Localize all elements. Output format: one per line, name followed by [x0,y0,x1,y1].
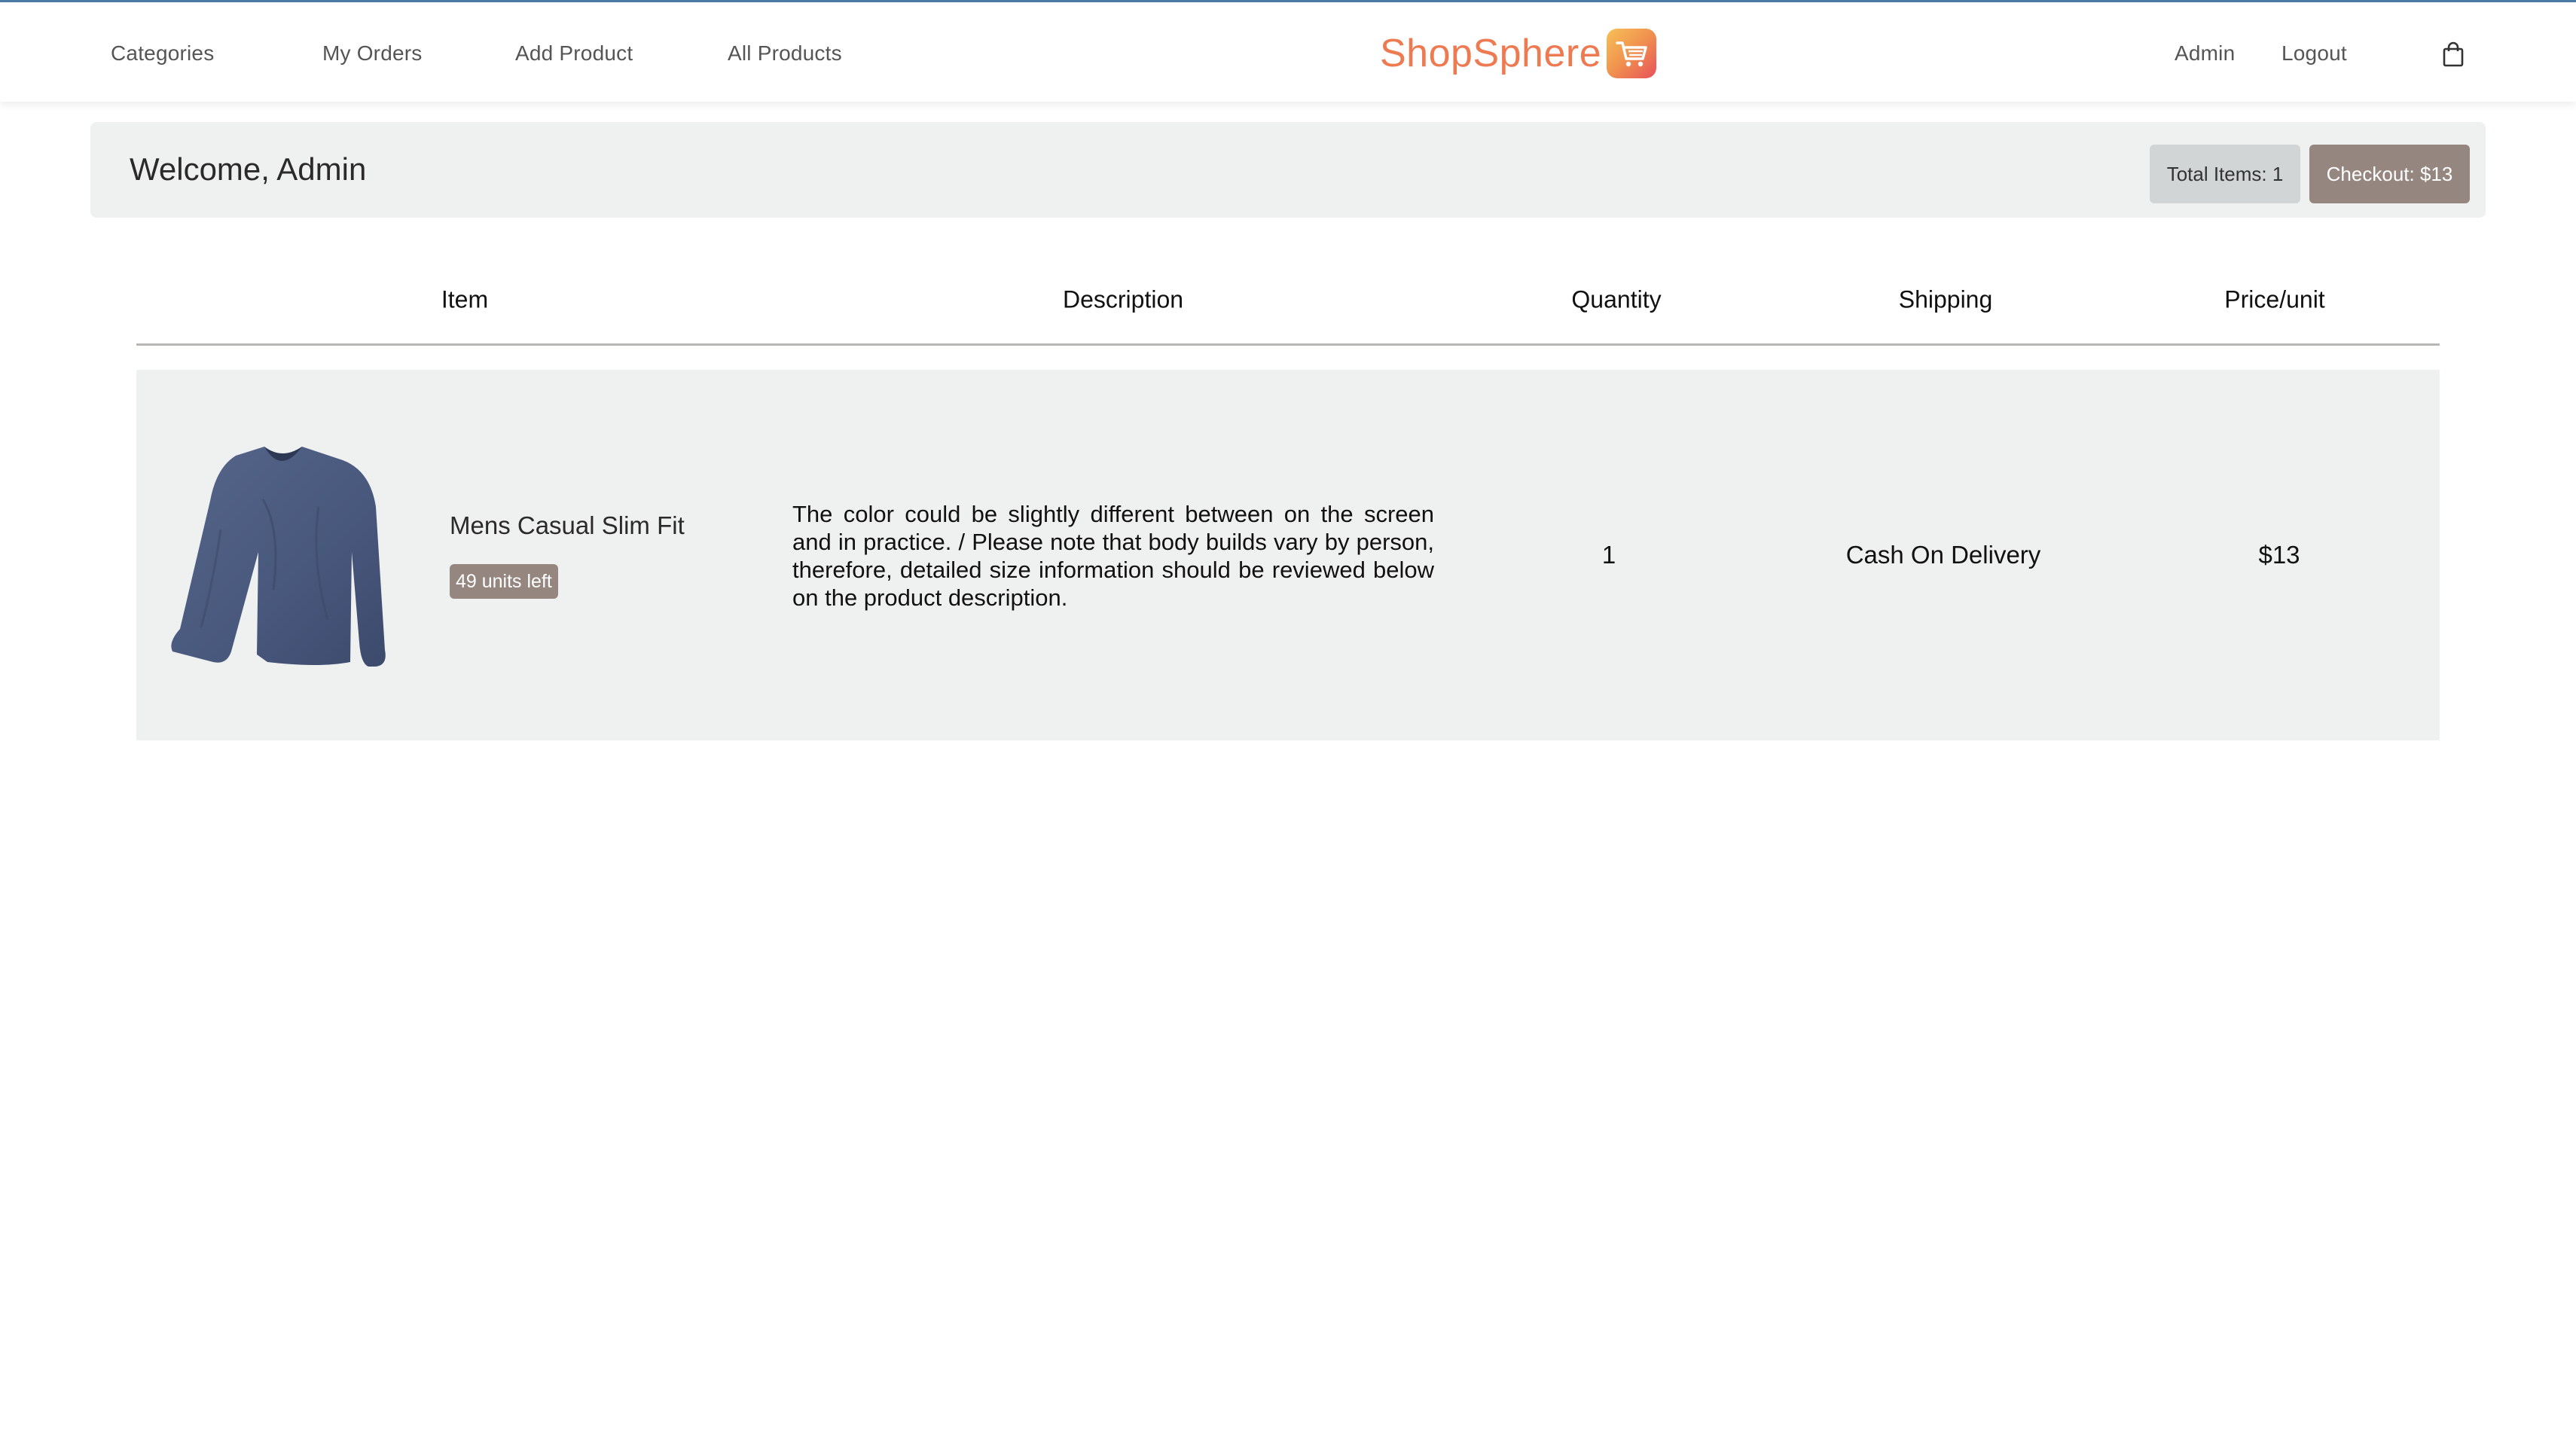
quantity-value: 1 [1601,541,1616,569]
shopping-cart-icon[interactable] [1607,29,1656,78]
table-row: Mens Casual Slim Fit 49 units left The c… [136,370,2440,740]
shipping-method: Cash On Delivery [1845,541,2041,569]
brand-name[interactable]: ShopSphere [1380,31,1601,76]
welcome-heading: Welcome, Admin [130,151,367,187]
column-header-description: Description [1062,285,1184,313]
column-header-item: Item [441,285,489,313]
total-items-button[interactable]: Total Items: 1 [2150,145,2300,203]
nav-link-admin[interactable]: Admin [2175,41,2235,66]
nav-link-categories[interactable]: Categories [111,41,214,66]
product-image[interactable] [168,439,394,673]
price-per-unit: $13 [2258,541,2300,569]
top-navbar: Categories My Orders Add Product All Pro… [0,0,2576,102]
product-description: The color could be slightly different be… [792,501,1434,611]
nav-link-add-product[interactable]: Add Product [515,41,633,66]
shopping-bag-icon[interactable] [2442,41,2465,67]
nav-link-logout[interactable]: Logout [2281,41,2347,66]
cart-glyph [1616,41,1647,67]
column-header-shipping: Shipping [1898,285,1993,313]
product-name[interactable]: Mens Casual Slim Fit [450,511,685,540]
stock-badge: 49 units left [450,564,558,599]
header-divider [136,343,2440,346]
nav-link-all-products[interactable]: All Products [728,41,842,66]
column-header-price: Price/unit [2224,285,2325,313]
nav-link-my-orders[interactable]: My Orders [322,41,422,66]
welcome-panel: Welcome, Admin Total Items: 1 Checkout: … [90,122,2486,218]
column-header-quantity: Quantity [1571,285,1662,313]
checkout-button[interactable]: Checkout: $13 [2309,145,2470,203]
